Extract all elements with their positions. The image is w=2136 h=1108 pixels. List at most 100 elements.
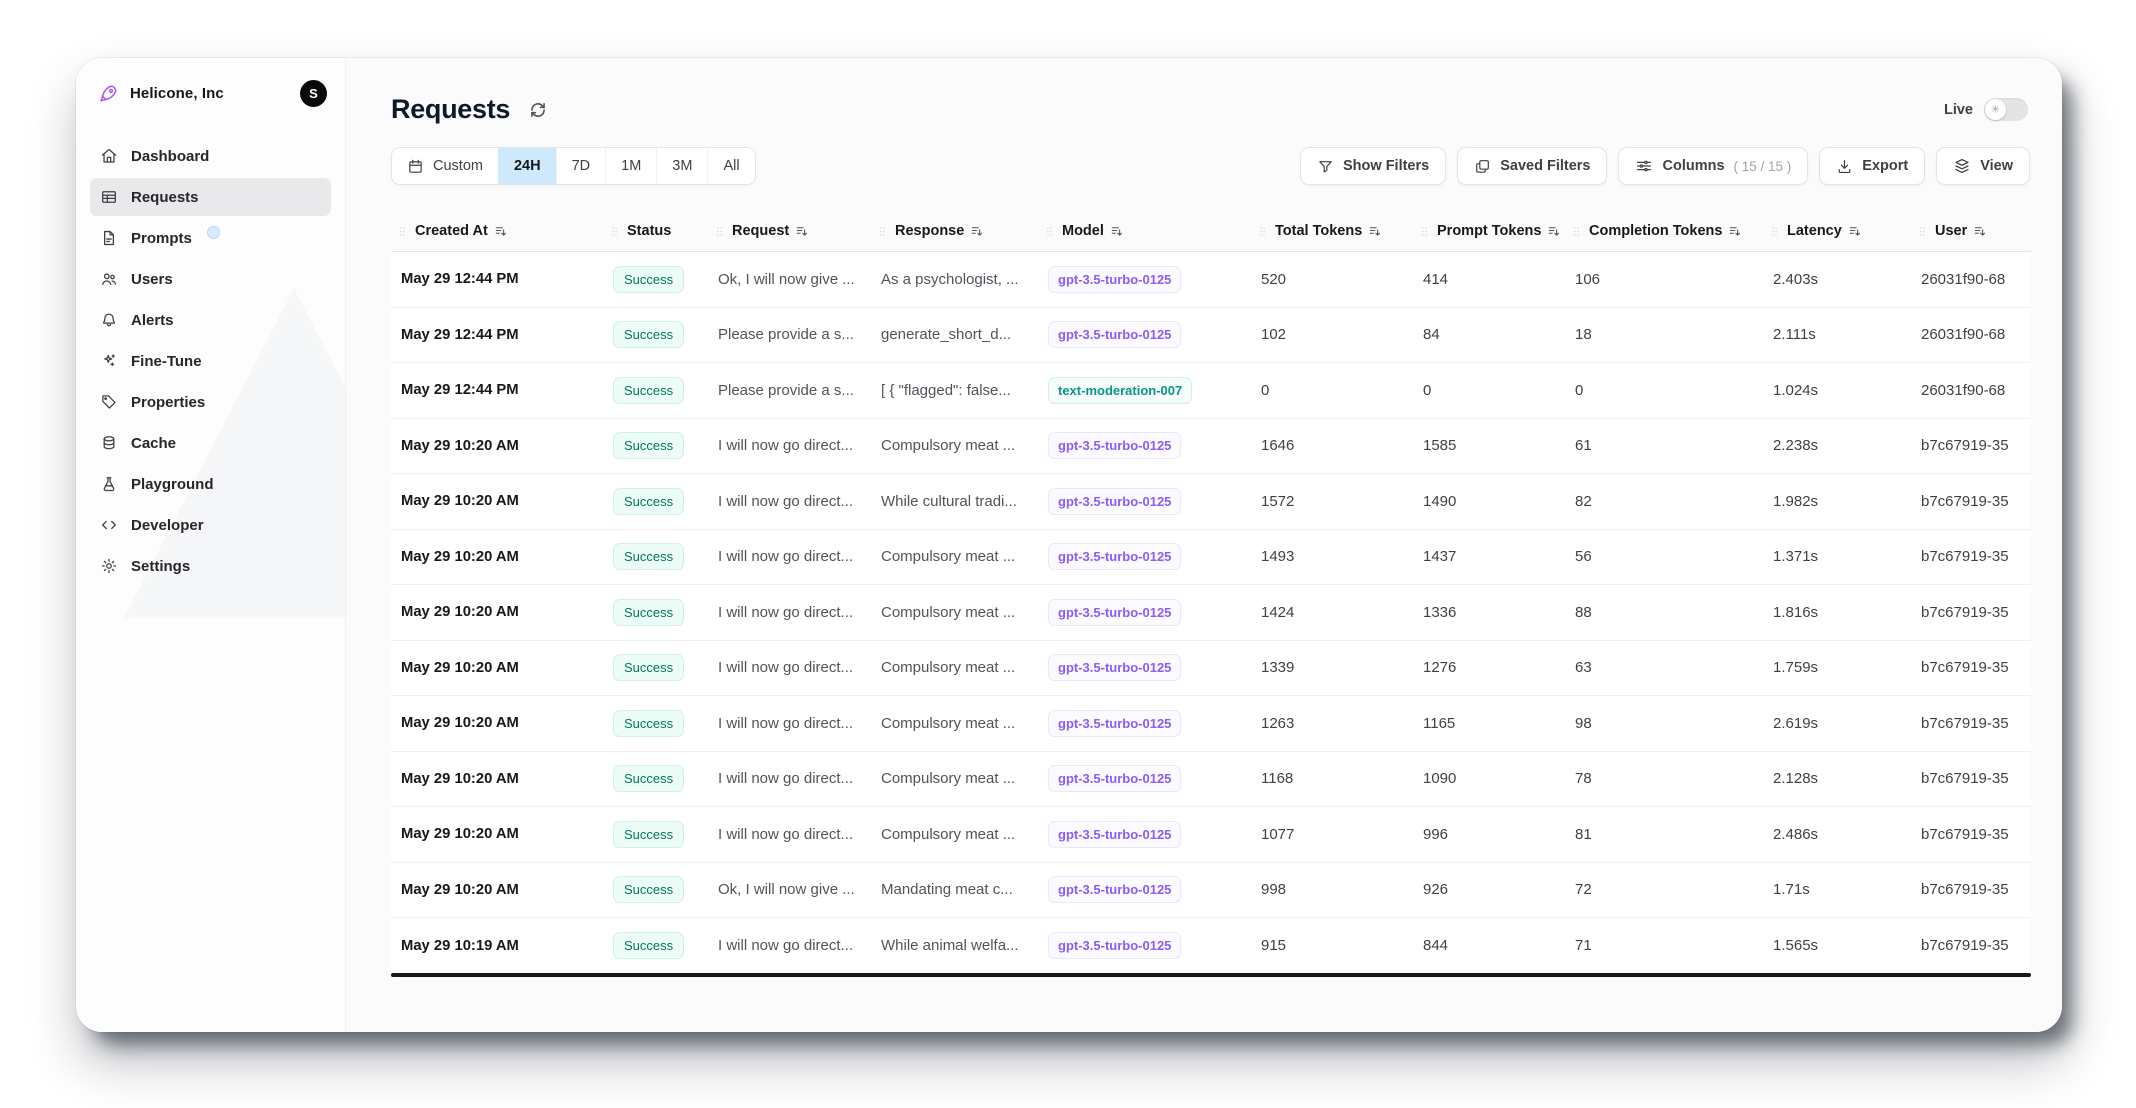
saved-filters-button[interactable]: Saved Filters [1457,147,1607,185]
cell-latency: 1.759s [1763,659,1911,676]
sidebar-item-playground[interactable]: Playground [90,465,331,503]
cell-latency: 2.403s [1763,271,1911,288]
sidebar-item-alerts[interactable]: Alerts [90,301,331,339]
sidebar-item-dashboard[interactable]: Dashboard [90,137,331,175]
sidebar-item-label: Dashboard [131,148,209,165]
live-toggle-knob: ✳ [1985,99,2006,120]
table-row[interactable]: May 29 10:20 AMSuccessI will now go dire… [391,696,2031,752]
horizontal-scrollbar[interactable] [391,973,2031,977]
columns-button[interactable]: Columns ( 15 / 15 ) [1618,147,1808,185]
model-badge: gpt-3.5-turbo-0125 [1048,488,1181,515]
live-toggle[interactable]: ✳ [1984,98,2028,121]
sort-icon [1728,224,1743,239]
table-header-row: Created AtStatusRequestResponseModelTota… [391,211,2031,251]
sort-icon [494,224,509,239]
dragdots-icon [1418,225,1431,238]
column-header-request[interactable]: Request [708,223,871,239]
column-header-latency[interactable]: Latency [1763,223,1911,239]
cell-model: gpt-3.5-turbo-0125 [1038,876,1251,903]
cell-total-tokens: 1263 [1251,715,1413,732]
table-toolbar: Show Filters Saved Filters [1300,147,2030,185]
table-row[interactable]: May 29 10:20 AMSuccessI will now go dire… [391,807,2031,863]
cell-response: Compulsory meat ... [871,715,1038,732]
cell-user: 26031f90-68 [1911,326,2031,343]
column-header-prompt-tokens[interactable]: Prompt Tokens [1413,223,1565,239]
cell-completion-tokens: 63 [1565,659,1763,676]
cell-user: b7c67919-35 [1911,881,2031,898]
range-24h-button[interactable]: 24H [498,148,556,184]
columns-count: ( 15 / 15 ) [1734,159,1792,174]
table-row[interactable]: May 29 10:20 AMSuccessI will now go dire… [391,474,2031,530]
cell-user: b7c67919-35 [1911,604,2031,621]
sidebar-item-cache[interactable]: Cache [90,424,331,462]
table-row[interactable]: May 29 10:20 AMSuccessI will now go dire… [391,419,2031,475]
range-all-button[interactable]: All [707,148,754,184]
table-row[interactable]: May 29 10:20 AMSuccessOk, I will now giv… [391,863,2031,919]
live-label: Live [1944,102,1973,118]
table-row[interactable]: May 29 10:20 AMSuccessI will now go dire… [391,752,2031,808]
refresh-button[interactable] [528,100,548,120]
column-header-user[interactable]: User [1911,223,2031,239]
cell-prompt-tokens: 1490 [1413,493,1565,510]
sidebar-item-requests[interactable]: Requests [90,178,331,216]
sort-icon [1848,224,1863,239]
range-1m-button[interactable]: 1M [605,148,656,184]
column-header-response[interactable]: Response [871,223,1038,239]
column-header-model[interactable]: Model [1038,223,1251,239]
sort-icon [1547,224,1562,239]
sort-icon [795,224,810,239]
column-header-completion-tokens[interactable]: Completion Tokens [1565,223,1763,239]
cell-latency: 1.71s [1763,881,1911,898]
dragdots-icon [608,225,621,238]
range-custom-button[interactable]: Custom [392,148,498,184]
sidebar-item-prompts[interactable]: Prompts [90,219,331,257]
table-row[interactable]: May 29 12:44 PMSuccessPlease provide a s… [391,363,2031,419]
cell-request: I will now go direct... [708,604,871,621]
cell-prompt-tokens: 414 [1413,271,1565,288]
cell-created-at: May 29 12:44 PM [391,271,603,287]
table-row[interactable]: May 29 12:44 PMSuccessOk, I will now giv… [391,252,2031,308]
show-filters-label: Show Filters [1343,158,1429,174]
org-switcher[interactable]: Helicone, Inc S [76,58,345,123]
cell-completion-tokens: 98 [1565,715,1763,732]
table-row[interactable]: May 29 10:20 AMSuccessI will now go dire… [391,585,2031,641]
column-header-status[interactable]: Status [603,223,708,239]
model-badge: gpt-3.5-turbo-0125 [1048,932,1181,959]
cell-model: gpt-3.5-turbo-0125 [1038,432,1251,459]
cell-response: Compulsory meat ... [871,659,1038,676]
column-header-created-at[interactable]: Created At [391,223,603,239]
sidebar-item-fine-tune[interactable]: Fine-Tune [90,342,331,380]
cell-status: Success [603,266,708,293]
table-row[interactable]: May 29 10:20 AMSuccessI will now go dire… [391,530,2031,586]
show-filters-button[interactable]: Show Filters [1300,147,1446,185]
time-range-selector: Custom 24H7D1M3MAll [391,147,756,185]
export-button[interactable]: Export [1819,147,1925,185]
cell-created-at: May 29 10:20 AM [391,826,603,842]
cell-created-at: May 29 10:20 AM [391,882,603,898]
table-row[interactable]: May 29 10:19 AMSuccessI will now go dire… [391,918,2031,974]
cell-status: Success [603,599,708,626]
table-row[interactable]: May 29 12:44 PMSuccessPlease provide a s… [391,308,2031,364]
sidebar-item-settings[interactable]: Settings [90,547,331,585]
cell-response: While animal welfa... [871,937,1038,954]
cell-user: 26031f90-68 [1911,382,2031,399]
table-row[interactable]: May 29 10:20 AMSuccessI will now go dire… [391,641,2031,697]
cell-latency: 2.128s [1763,770,1911,787]
cell-response: generate_short_d... [871,326,1038,343]
view-button[interactable]: View [1936,147,2030,185]
sidebar-item-properties[interactable]: Properties [90,383,331,421]
status-badge: Success [613,654,684,681]
status-badge: Success [613,821,684,848]
sidebar-item-users[interactable]: Users [90,260,331,298]
column-header-total-tokens[interactable]: Total Tokens [1251,223,1413,239]
status-badge: Success [613,432,684,459]
range-7d-button[interactable]: 7D [556,148,606,184]
cell-model: gpt-3.5-turbo-0125 [1038,321,1251,348]
cell-prompt-tokens: 1336 [1413,604,1565,621]
cell-request: Ok, I will now give ... [708,881,871,898]
status-badge: Success [613,710,684,737]
sidebar-item-developer[interactable]: Developer [90,506,331,544]
columns-label: Columns [1662,158,1724,174]
cell-request: I will now go direct... [708,770,871,787]
range-3m-button[interactable]: 3M [656,148,707,184]
